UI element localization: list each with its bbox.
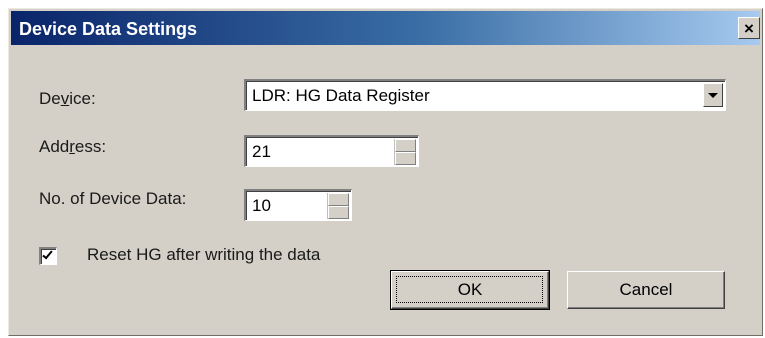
address-spinner[interactable] [394, 139, 416, 165]
address-spin-up[interactable] [395, 139, 416, 152]
device-select[interactable]: LDR: HG Data Register [244, 79, 726, 111]
device-count-input[interactable]: 10 [244, 189, 352, 221]
device-count-value: 10 [252, 196, 271, 215]
device-select-value: LDR: HG Data Register [252, 86, 430, 105]
close-icon: × [744, 18, 754, 38]
device-count-label: No. of Device Data: [39, 189, 187, 208]
reset-hg-label: Reset HG after writing the data [87, 245, 321, 264]
checkmark-icon [42, 248, 53, 260]
device-count-spin-up[interactable] [328, 193, 349, 206]
dialog-title: Device Data Settings [19, 19, 198, 39]
device-label: Device: [39, 89, 96, 108]
cancel-button[interactable]: Cancel [567, 271, 725, 309]
focus-ring [396, 276, 543, 303]
close-button[interactable]: × [738, 17, 760, 39]
reset-hg-checkbox[interactable] [39, 247, 57, 265]
address-input[interactable]: 21 [244, 135, 419, 167]
title-bar[interactable]: Device Data Settings × [11, 11, 760, 45]
ok-button[interactable]: OK [390, 270, 550, 310]
device-data-settings-dialog: Device Data Settings × Device: LDR: HG D… [8, 8, 763, 336]
cancel-button-label: Cancel [619, 280, 673, 299]
device-count-spinner[interactable] [327, 193, 349, 219]
address-value: 21 [252, 142, 271, 161]
device-dropdown-button[interactable] [703, 83, 723, 107]
address-spin-down[interactable] [395, 152, 416, 165]
device-count-spin-down[interactable] [328, 206, 349, 219]
address-label: Address: [39, 137, 107, 156]
chevron-down-icon [708, 92, 718, 98]
